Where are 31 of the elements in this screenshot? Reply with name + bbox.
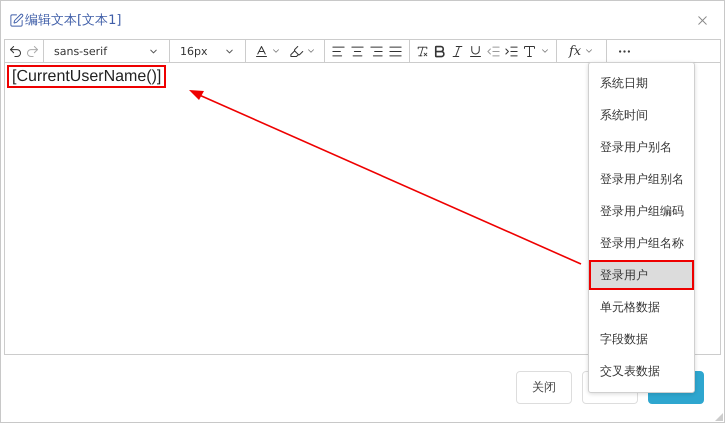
font-family-select[interactable]: sans-serif [54,44,159,58]
menu-item[interactable]: 登录用户别名 [589,132,694,162]
menu-item[interactable]: 登录用户组名称 [589,228,694,258]
resize-grip-icon[interactable] [715,413,723,421]
clear-format-icon[interactable] [416,44,429,58]
menu-item[interactable]: 交叉表数据 [589,356,694,386]
italic-icon[interactable] [450,44,465,58]
menu-item[interactable]: 字段数据 [589,324,694,354]
close-button[interactable]: 关闭 [516,371,572,404]
menu-item[interactable]: 登录用户 [589,260,694,290]
highlighter-icon[interactable] [289,44,304,58]
font-color-icon[interactable] [254,44,269,58]
editor-text: [CurrentUserName()] [7,65,166,88]
underline-icon[interactable] [468,44,483,58]
formula-button[interactable]: fx [569,44,582,58]
align-justify-icon[interactable] [388,44,403,58]
text-box-icon[interactable] [522,44,537,58]
window-title: 编辑文本[文本1] [25,12,122,29]
menu-item[interactable]: 单元格数据 [589,292,694,322]
menu-item[interactable]: 系统时间 [589,100,694,130]
menu-item[interactable]: 系统日期 [589,68,694,98]
align-right-icon[interactable] [369,44,384,58]
align-center-icon[interactable] [350,44,365,58]
font-size-select[interactable]: 16px [180,44,235,58]
menu-item[interactable]: 登录用户组别名 [589,164,694,194]
indent-icon[interactable] [504,44,519,58]
bold-icon[interactable] [432,44,447,58]
menu-item[interactable]: 登录用户组编码 [589,196,694,226]
edit-icon [9,12,24,28]
align-left-icon[interactable] [331,44,346,58]
undo-icon[interactable] [8,44,23,58]
